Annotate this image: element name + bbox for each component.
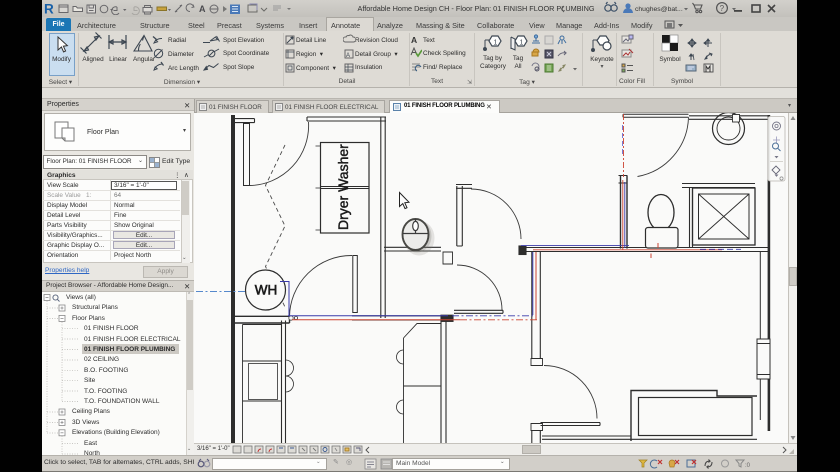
- svg-text:?: ?: [720, 4, 725, 13]
- svg-text:WH: WH: [255, 283, 278, 298]
- svg-text:Dryer Washer: Dryer Washer: [335, 144, 351, 230]
- svg-text:A: A: [199, 4, 206, 14]
- svg-text:R: R: [44, 2, 54, 15]
- svg-text:A: A: [346, 53, 350, 59]
- svg-text:1: 1: [494, 40, 498, 47]
- svg-text:1: 1: [520, 40, 524, 47]
- svg-text:chughes@bat...: chughes@bat...: [635, 6, 683, 13]
- svg-text::0: :0: [745, 463, 751, 469]
